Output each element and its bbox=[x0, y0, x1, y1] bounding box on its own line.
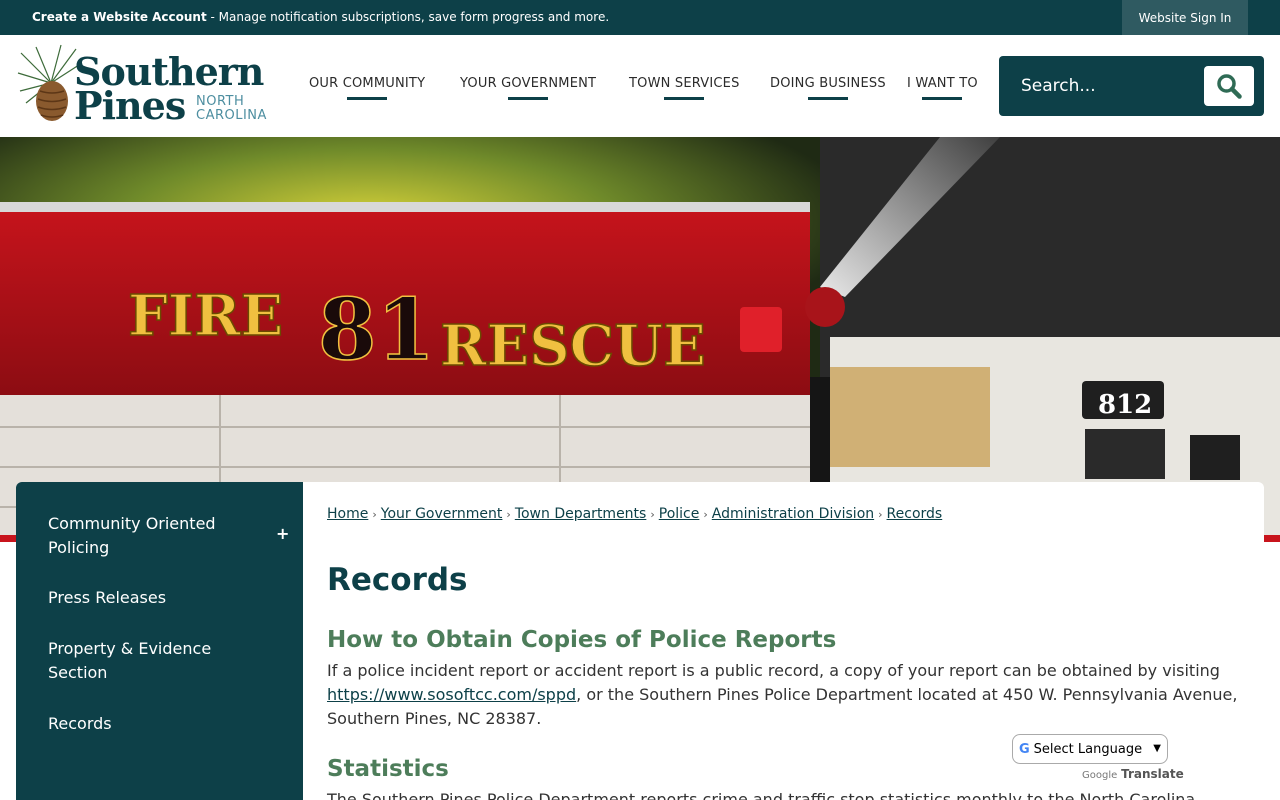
search-icon bbox=[1217, 74, 1242, 99]
sidebar-item-records[interactable]: Records bbox=[48, 712, 112, 736]
truck-text-number: 81 bbox=[318, 280, 435, 379]
select-language-dropdown[interactable]: G Select Language ▼ bbox=[1012, 734, 1168, 764]
top-utility-bar: Create a Website Account - Manage notifi… bbox=[0, 0, 1280, 35]
breadcrumb-separator: › bbox=[372, 508, 377, 521]
sidebar-nav: Community Oriented Policing + Press Relea… bbox=[16, 482, 303, 800]
breadcrumb-your-government[interactable]: Your Government bbox=[381, 506, 503, 522]
breadcrumb-separator: › bbox=[703, 508, 708, 521]
google-label: Google bbox=[1082, 770, 1118, 781]
nav-label: YOUR GOVERNMENT bbox=[460, 76, 597, 91]
breadcrumb-home[interactable]: Home bbox=[327, 506, 368, 522]
nav-underline bbox=[508, 97, 549, 100]
expand-plus-icon[interactable]: + bbox=[276, 524, 289, 543]
section-heading-statistics: Statistics bbox=[327, 756, 449, 782]
nav-underline bbox=[807, 97, 848, 100]
nav-town-services[interactable]: TOWN SERVICES bbox=[629, 76, 740, 100]
search-input[interactable] bbox=[1009, 66, 1199, 106]
sidebar-item-label: Property & Evidence bbox=[48, 639, 212, 658]
breadcrumb-administration-division[interactable]: Administration Division bbox=[712, 506, 874, 522]
breadcrumb-separator: › bbox=[506, 508, 511, 521]
chevron-down-icon: ▼ bbox=[1153, 743, 1161, 754]
breadcrumb-police[interactable]: Police bbox=[659, 506, 700, 522]
paragraph-text: If a police incident report or accident … bbox=[327, 661, 1220, 680]
section-text-police-reports: If a police incident report or accident … bbox=[327, 659, 1247, 731]
search-box bbox=[999, 56, 1264, 116]
sidebar-item-press-releases[interactable]: Press Releases bbox=[48, 586, 166, 610]
logo-text-north-carolina: NORTH CAROLINA bbox=[196, 95, 267, 123]
nav-doing-business[interactable]: DOING BUSINESS bbox=[770, 76, 886, 100]
section-text-statistics: The Southern Pines Police Department rep… bbox=[327, 790, 1196, 800]
sidebar-item-label: Records bbox=[48, 714, 112, 733]
page-title: Records bbox=[327, 562, 468, 598]
nav-your-government[interactable]: YOUR GOVERNMENT bbox=[460, 76, 596, 100]
nav-underline bbox=[664, 97, 705, 100]
nav-label: I WANT TO bbox=[907, 76, 978, 91]
sidebar-item-label: Press Releases bbox=[48, 588, 167, 607]
sosoftcc-link[interactable]: https://www.sosoftcc.com/sppd bbox=[327, 685, 576, 704]
truck-text-rescue: RESCUE bbox=[440, 313, 706, 379]
section-heading-police-reports: How to Obtain Copies of Police Reports bbox=[327, 627, 837, 653]
breadcrumb: Home › Your Government › Town Departments › Po… bbox=[327, 506, 942, 522]
translate-g-icon: G bbox=[1019, 741, 1030, 757]
breadcrumb-separator: › bbox=[878, 508, 883, 521]
powered-by-google-translate[interactable]: Google Translate bbox=[1082, 767, 1184, 781]
nav-label: TOWN SERVICES bbox=[629, 76, 740, 91]
nav-label: OUR COMMUNITY bbox=[309, 76, 426, 91]
sidebar-item-label-line2: Policing bbox=[48, 538, 110, 557]
translate-label: Translate bbox=[1121, 767, 1184, 781]
sidebar-item-label-line2: Section bbox=[48, 663, 108, 682]
nav-i-want-to[interactable]: I WANT TO bbox=[907, 76, 978, 100]
sidebar-item-property-evidence[interactable]: Property & Evidence Section bbox=[48, 637, 211, 685]
logo-text-pines: Pines bbox=[74, 83, 186, 128]
nav-label: DOING BUSINESS bbox=[770, 76, 886, 91]
truck-text-812: 812 bbox=[1098, 390, 1152, 420]
create-account-title[interactable]: Create a Website Account bbox=[32, 10, 207, 24]
nav-underline bbox=[347, 97, 388, 100]
create-account-description: - Manage notification subscriptions, sav… bbox=[206, 10, 610, 24]
nav-our-community[interactable]: OUR COMMUNITY bbox=[309, 76, 425, 100]
sidebar-item-community-oriented-policing[interactable]: Community Oriented Policing bbox=[48, 512, 216, 560]
site-header: Southern Pines NORTH CAROLINA OUR COMMUNI… bbox=[0, 35, 1280, 137]
website-sign-in-button[interactable]: Website Sign In bbox=[1122, 0, 1248, 35]
truck-text-fire: FIRE bbox=[128, 283, 283, 349]
logo-text-carolina: CAROLINA bbox=[196, 108, 267, 123]
sidebar-item-label: Community Oriented bbox=[48, 514, 216, 533]
nav-underline bbox=[922, 97, 963, 100]
logo-text-north: NORTH bbox=[196, 94, 245, 109]
breadcrumb-records[interactable]: Records bbox=[887, 506, 943, 522]
select-language-label: Select Language bbox=[1033, 741, 1143, 757]
search-button[interactable] bbox=[1204, 66, 1254, 106]
breadcrumb-separator: › bbox=[650, 508, 655, 521]
create-account-link[interactable]: Create a Website Account - Manage notifi… bbox=[32, 10, 609, 24]
site-logo[interactable]: Southern Pines NORTH CAROLINA bbox=[16, 43, 286, 131]
breadcrumb-town-departments[interactable]: Town Departments bbox=[515, 506, 647, 522]
